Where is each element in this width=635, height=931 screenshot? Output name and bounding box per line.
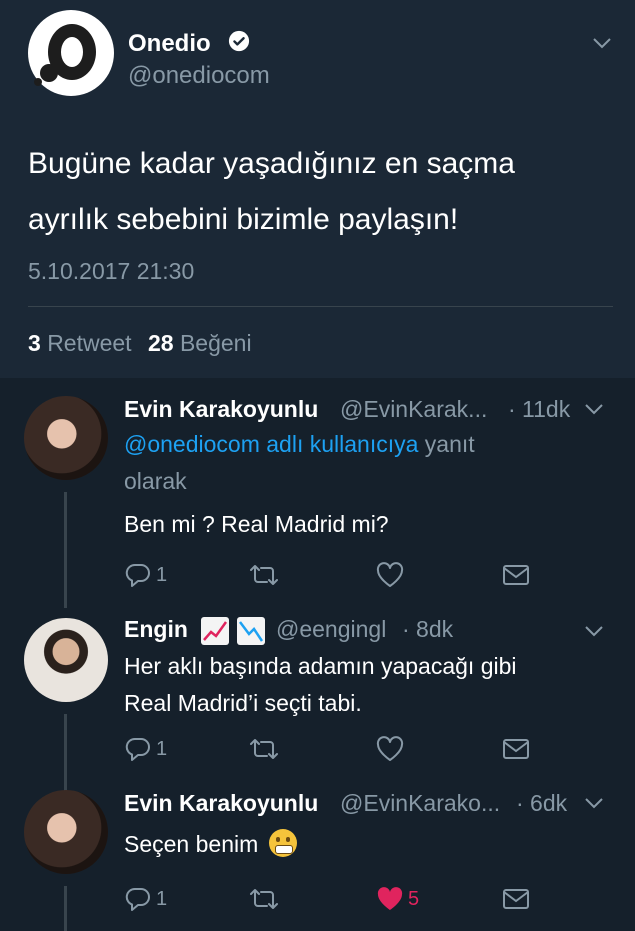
tweet-text-line: ayrılık sebebini bizimle paylaşın! <box>28 203 459 236</box>
avatar[interactable] <box>24 790 108 874</box>
reply-action[interactable]: 1 <box>124 560 167 590</box>
tweet-thread: Onedio @onediocom Bugüne kadar yaşadığın… <box>0 0 635 931</box>
retweet-icon <box>250 565 278 585</box>
tweet-text: Bugüne kadar yaşadığınız en saçma ayrılı… <box>28 136 608 248</box>
retweet-label[interactable]: Retweet <box>47 330 131 356</box>
reply-action[interactable]: 1 <box>124 734 167 764</box>
retweet-action[interactable] <box>248 560 280 590</box>
heart-icon <box>376 736 404 761</box>
reply-context-text: yanıt <box>424 431 475 457</box>
reply-action[interactable]: 1 <box>124 884 167 914</box>
reply-text: Seçen benim <box>124 826 594 863</box>
author-avatar[interactable] <box>28 10 114 96</box>
chart-up-emoji <box>201 617 229 645</box>
reply-text: Ben mi ? Real Madrid mi? <box>124 511 389 537</box>
reply-author-name[interactable]: Evin Karakoyunlu <box>124 396 318 423</box>
reply-time[interactable]: · 6dk <box>516 790 567 817</box>
avatar[interactable] <box>24 396 108 480</box>
reply-time[interactable]: · 8dk <box>402 616 453 643</box>
heart-icon <box>376 562 404 587</box>
like-label[interactable]: Beğeni <box>180 330 252 356</box>
retweet-action[interactable] <box>248 734 280 764</box>
reply-text: Her aklı başında adamın yapacağı gibi Re… <box>124 648 594 722</box>
chart-down-emoji <box>237 617 265 645</box>
heart-icon <box>377 887 403 910</box>
message-icon <box>503 565 529 585</box>
reply-context-text: olarak <box>124 468 187 494</box>
chevron-down-icon[interactable] <box>584 624 604 638</box>
avatar[interactable] <box>24 618 108 702</box>
tweet-date[interactable]: 5.10.2017 21:30 <box>28 258 194 285</box>
grimacing-face-emoji <box>268 829 297 857</box>
reply-text-content: Seçen benim <box>124 831 259 857</box>
message-icon <box>503 889 529 909</box>
message-action[interactable] <box>502 884 530 914</box>
reply-icon <box>125 737 150 761</box>
tweet-header: Onedio @onediocom <box>28 10 618 100</box>
message-action[interactable] <box>502 560 530 590</box>
action-bar: 1 <box>124 560 544 590</box>
like-count[interactable]: 28 <box>148 330 174 356</box>
thread-line <box>64 886 67 931</box>
message-action[interactable] <box>502 734 530 764</box>
author-name[interactable]: Onedio <box>128 30 211 58</box>
reply-count: 1 <box>156 737 168 760</box>
thread-line <box>64 492 67 608</box>
reply-author-name[interactable]: Evin Karakoyunlu <box>124 790 318 817</box>
tweet-stats: 3 Retweet 28 Beğeni <box>28 330 252 357</box>
divider <box>28 306 613 307</box>
reply-text-line: Her aklı başında adamın yapacağı gibi <box>124 653 517 679</box>
like-action[interactable]: 5 <box>376 884 419 914</box>
reply-author-handle[interactable]: @EvinKarako... <box>340 790 500 817</box>
retweet-icon <box>250 739 278 759</box>
chevron-down-icon[interactable] <box>584 796 604 810</box>
like-count: 5 <box>408 887 420 910</box>
reply-author-name[interactable]: Engin <box>124 616 188 643</box>
retweet-icon <box>250 889 278 909</box>
reply-text-line: Real Madrid’i seçti tabi. <box>124 690 362 716</box>
chevron-down-icon[interactable] <box>592 36 612 50</box>
retweet-count[interactable]: 3 <box>28 330 41 356</box>
tweet-text-line: Bugüne kadar yaşadığınız en saçma <box>28 147 515 180</box>
mention-link[interactable]: @onediocom adlı kullanıcıya <box>124 431 418 457</box>
like-action[interactable] <box>376 734 408 764</box>
message-icon <box>503 739 529 759</box>
reply-context: @onediocom adlı kullanıcıya yanıt olarak <box>124 426 594 500</box>
thread-line <box>64 714 67 802</box>
action-bar: 1 5 <box>124 884 544 914</box>
chevron-down-icon[interactable] <box>584 402 604 416</box>
action-bar: 1 <box>124 734 544 764</box>
reply-author-handle[interactable]: @eengingl <box>276 616 386 643</box>
reply-author-handle[interactable]: @EvinKarak... <box>340 396 487 423</box>
reply-icon <box>125 563 150 587</box>
retweet-action[interactable] <box>248 884 280 914</box>
like-action[interactable] <box>376 560 408 590</box>
reply-count: 1 <box>156 887 168 910</box>
reply-time[interactable]: · 11dk <box>508 396 570 423</box>
reply-icon <box>125 887 150 911</box>
author-handle[interactable]: @onediocom <box>128 62 270 90</box>
verified-badge-icon <box>228 30 250 52</box>
reply-count: 1 <box>156 563 168 586</box>
